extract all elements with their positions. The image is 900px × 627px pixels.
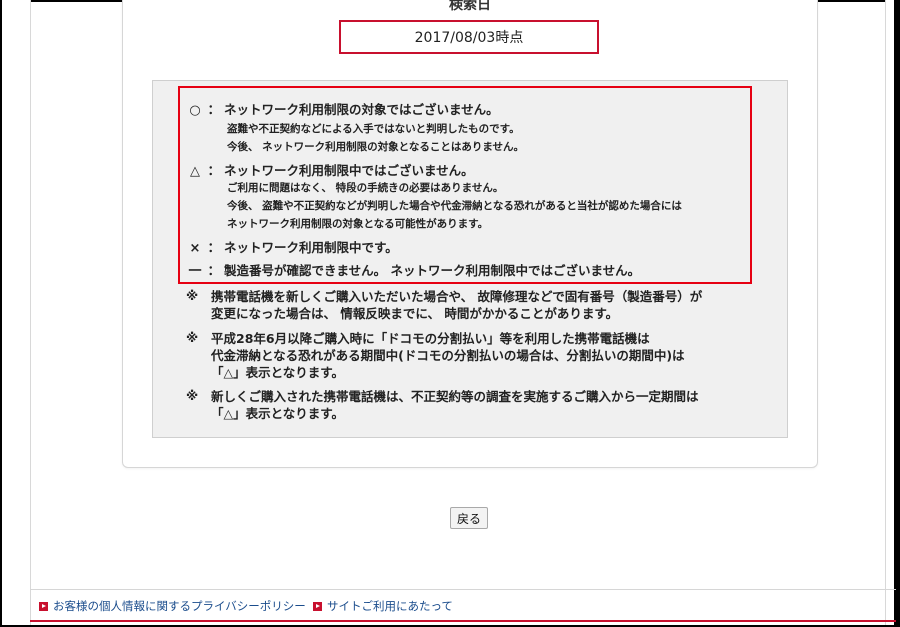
legend-detail: ネットワーク利用制限の対象となる可能性があります。 [227, 218, 489, 230]
right-scroll-gutter [885, 0, 894, 627]
legend-status-text: ネットワーク利用制限中ではございません。 [224, 163, 474, 178]
search-date-value: 2017/08/03時点 [339, 20, 599, 54]
legend-row-pending: △ ： ネットワーク利用制限中ではございません。 [186, 160, 474, 179]
red-arrow-icon [313, 601, 322, 611]
note-mark: ※ [186, 388, 199, 403]
note-line: 新しくご購入された携帯電話機は、不正契約等の調査を実施するご購入から一定期間は [211, 389, 699, 404]
legend-status-text: ネットワーク利用制限中です。 [224, 240, 398, 255]
site-terms-link-label: サイトご利用にあたって [327, 599, 453, 613]
note-line: 「△」表示となります。 [211, 406, 344, 421]
privacy-policy-link-label: お客様の個人情報に関するプライバシーポリシー [53, 599, 306, 613]
window-frame-left [0, 0, 2, 627]
note-line: 携帯電話機を新しくご購入いただいた場合や、 故障修理などで固有番号（製造番号）が [211, 289, 703, 304]
footer-divider [30, 589, 896, 590]
separator: ： [207, 264, 221, 279]
legend-detail: 今後、 ネットワーク利用制限の対象となることはありません。 [227, 141, 525, 153]
back-button[interactable]: 戻る [450, 507, 488, 529]
red-arrow-icon [39, 601, 48, 611]
legend-row-unknown: 一 ： 製造番号が確認できません。 ネットワーク利用制限中ではございません。 [186, 260, 640, 279]
note-mark: ※ [186, 330, 199, 345]
left-frame [0, 0, 31, 627]
legend-row-available: ○ ： ネットワーク利用制限の対象ではございません。 [186, 99, 499, 118]
cross-symbol-icon: × [189, 241, 201, 256]
separator: ： [207, 103, 221, 118]
circle-symbol-icon: ○ [189, 103, 201, 118]
privacy-policy-link[interactable]: お客様の個人情報に関するプライバシーポリシー [39, 598, 306, 614]
note-line: 平成28年6月以降ご購入時に「ドコモの分割払い」等を利用した携帯電話機は [211, 331, 650, 346]
site-terms-link[interactable]: サイトご利用にあたって [313, 598, 453, 614]
legend-detail: ご利用に問題はなく、 特段の手続きの必要はありません。 [227, 182, 504, 194]
note-line: 変更になった場合は、 情報反映までに、 時間がかかることがあります。 [211, 306, 619, 321]
search-date-heading: 検索日 [449, 0, 491, 13]
note-line: 代金滞納となる恐れがある期間中(ドコモの分割払いの場合は、分割払いの期間中)は [211, 348, 685, 363]
legend-status-text: 製造番号が確認できません。 ネットワーク利用制限中ではございません。 [224, 263, 641, 278]
legend-detail: 盗難や不正契約などによる入手ではないと判明したものです。 [227, 123, 520, 135]
note-mark: ※ [186, 288, 199, 303]
dash-symbol-icon: 一 [188, 264, 202, 279]
legend-detail: 今後、 盗難や不正契約などが判明した場合や代金滞納となる恐れがあると当社が認めた… [227, 200, 682, 212]
triangle-symbol-icon: △ [190, 164, 200, 179]
legend-row-restricted: × ： ネットワーク利用制限中です。 [186, 237, 398, 256]
note-line: 「△」表示となります。 [211, 365, 344, 380]
footer-accent-bar [30, 620, 896, 622]
window-frame-right [894, 0, 900, 627]
separator: ： [207, 241, 221, 256]
separator: ： [207, 164, 221, 179]
legend-status-text: ネットワーク利用制限の対象ではございません。 [224, 102, 499, 117]
